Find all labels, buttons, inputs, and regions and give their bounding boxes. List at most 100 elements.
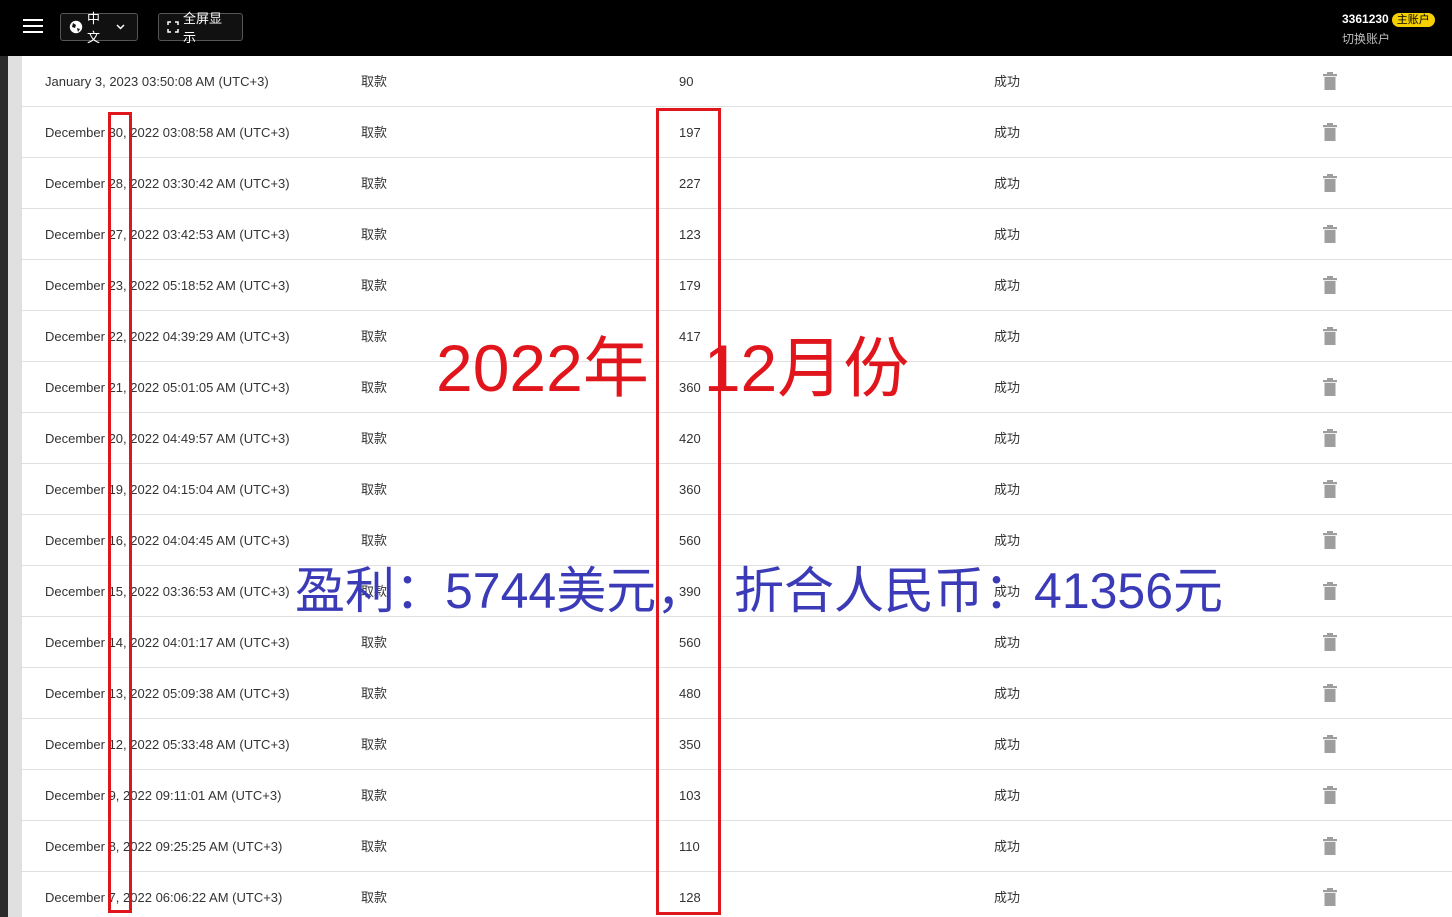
transaction-status: 成功	[994, 329, 1021, 344]
transaction-status: 成功	[994, 380, 1021, 395]
transaction-status: 成功	[994, 635, 1021, 650]
table-row: December 20, 2022 04:49:57 AM (UTC+3) 取款 4…	[22, 413, 1452, 464]
fullscreen-icon	[167, 21, 179, 33]
menu-icon[interactable]	[23, 19, 43, 35]
transaction-type: 取款	[361, 635, 388, 650]
transaction-status: 成功	[994, 533, 1021, 548]
transaction-type: 取款	[361, 74, 388, 89]
trash-icon[interactable]	[1323, 582, 1337, 602]
left-gutter	[8, 56, 22, 917]
transaction-date: December 9, 2022 09:11:01 AM (UTC+3)	[45, 788, 282, 803]
transaction-date: December 14, 2022 04:01:17 AM (UTC+3)	[45, 635, 290, 650]
month-annotation: 2022年 12月份	[436, 331, 910, 405]
fullscreen-label: 全屏显示	[183, 11, 223, 45]
trash-icon[interactable]	[1323, 786, 1337, 806]
transaction-date: December 21, 2022 05:01:05 AM (UTC+3)	[45, 380, 290, 395]
language-selector[interactable]: 中文	[60, 11, 138, 45]
trash-icon[interactable]	[1323, 225, 1337, 245]
table-row: December 23, 2022 05:18:52 AM (UTC+3) 取款 1…	[22, 260, 1452, 311]
account-badge: 主账户	[1391, 13, 1435, 27]
table-row: December 28, 2022 03:30:42 AM (UTC+3) 取款 2…	[22, 158, 1452, 209]
trash-icon[interactable]	[1323, 429, 1337, 449]
transaction-date: December 19, 2022 04:15:04 AM (UTC+3)	[45, 482, 290, 497]
trash-icon[interactable]	[1323, 837, 1337, 857]
transaction-date: December 12, 2022 05:33:48 AM (UTC+3)	[45, 737, 290, 752]
table-row: December 9, 2022 09:11:01 AM (UTC+3) 取款 10…	[22, 770, 1452, 821]
transaction-type: 取款	[361, 125, 388, 140]
transaction-status: 成功	[994, 890, 1021, 905]
highlight-day-column	[108, 112, 132, 913]
transaction-status: 成功	[994, 788, 1021, 803]
switch-account-link[interactable]: 切换账户	[1342, 30, 1442, 47]
account-id: 3361230	[1342, 12, 1389, 26]
transaction-type: 取款	[361, 278, 388, 293]
transaction-date: December 20, 2022 04:49:57 AM (UTC+3)	[45, 431, 290, 446]
table-row: December 12, 2022 05:33:48 AM (UTC+3) 取款 3…	[22, 719, 1452, 770]
transaction-type: 取款	[361, 737, 388, 752]
transaction-status: 成功	[994, 176, 1021, 191]
transaction-type: 取款	[361, 533, 388, 548]
transaction-type: 取款	[361, 227, 388, 242]
transaction-date: December 23, 2022 05:18:52 AM (UTC+3)	[45, 278, 290, 293]
table-row: December 13, 2022 05:09:38 AM (UTC+3) 取款 4…	[22, 668, 1452, 719]
fullscreen-button[interactable]: 全屏显示	[158, 11, 243, 45]
table-row: December 16, 2022 04:04:45 AM (UTC+3) 取款 5…	[22, 515, 1452, 566]
trash-icon[interactable]	[1323, 174, 1337, 194]
transaction-status: 成功	[994, 431, 1021, 446]
transaction-date: December 13, 2022 05:09:38 AM (UTC+3)	[45, 686, 290, 701]
account-info[interactable]: 3361230 主账户 切换账户	[1342, 10, 1442, 47]
transaction-date: December 28, 2022 03:30:42 AM (UTC+3)	[45, 176, 290, 191]
trash-icon[interactable]	[1323, 633, 1337, 653]
transaction-type: 取款	[361, 431, 388, 446]
transaction-date: December 7, 2022 06:06:22 AM (UTC+3)	[45, 890, 283, 905]
transaction-status: 成功	[994, 125, 1021, 140]
transaction-status: 成功	[994, 74, 1021, 89]
transaction-status: 成功	[994, 737, 1021, 752]
highlight-amount-column	[656, 108, 721, 915]
transaction-status: 成功	[994, 839, 1021, 854]
trash-icon[interactable]	[1323, 684, 1337, 704]
trash-icon[interactable]	[1323, 276, 1337, 296]
transaction-type: 取款	[361, 380, 388, 395]
transaction-type: 取款	[361, 482, 388, 497]
transaction-amount: 90	[679, 74, 694, 89]
transaction-date: December 22, 2022 04:39:29 AM (UTC+3)	[45, 329, 290, 344]
table-row: December 30, 2022 03:08:58 AM (UTC+3) 取款 1…	[22, 107, 1452, 158]
trash-icon[interactable]	[1323, 72, 1337, 92]
transactions-table: January 3, 2023 03:50:08 AM (UTC+3) 取款 90 成…	[22, 56, 1452, 917]
profit-annotation: 盈利：5744美元， 折合人民币：41356元	[295, 563, 1224, 619]
trash-icon[interactable]	[1323, 888, 1337, 908]
trash-icon[interactable]	[1323, 735, 1337, 755]
transaction-type: 取款	[361, 686, 388, 701]
transaction-date: December 8, 2022 09:25:25 AM (UTC+3)	[45, 839, 283, 854]
transaction-date: December 27, 2022 03:42:53 AM (UTC+3)	[45, 227, 290, 242]
transaction-type: 取款	[361, 839, 388, 854]
table-row: January 3, 2023 03:50:08 AM (UTC+3) 取款 90 成…	[22, 56, 1452, 107]
trash-icon[interactable]	[1323, 327, 1337, 347]
trash-icon[interactable]	[1323, 480, 1337, 500]
transaction-status: 成功	[994, 227, 1021, 242]
transaction-status: 成功	[994, 482, 1021, 497]
transaction-date: December 15, 2022 03:36:53 AM (UTC+3)	[45, 584, 290, 599]
transaction-type: 取款	[361, 176, 388, 191]
left-sidebar-edge	[0, 56, 8, 917]
table-row: December 8, 2022 09:25:25 AM (UTC+3) 取款 11…	[22, 821, 1452, 872]
chevron-down-icon	[116, 24, 125, 30]
table-row: December 14, 2022 04:01:17 AM (UTC+3) 取款 5…	[22, 617, 1452, 668]
language-label: 中文	[87, 11, 101, 45]
table-row: December 27, 2022 03:42:53 AM (UTC+3) 取款 1…	[22, 209, 1452, 260]
transaction-status: 成功	[994, 278, 1021, 293]
transaction-type: 取款	[361, 788, 388, 803]
transaction-date: January 3, 2023 03:50:08 AM (UTC+3)	[45, 74, 269, 89]
trash-icon[interactable]	[1323, 531, 1337, 551]
transaction-status: 成功	[994, 686, 1021, 701]
transaction-date: December 30, 2022 03:08:58 AM (UTC+3)	[45, 125, 290, 140]
top-bar: 中文 全屏显示 3361230 主账户 切换账户	[0, 0, 1452, 56]
transaction-date: December 16, 2022 04:04:45 AM (UTC+3)	[45, 533, 290, 548]
transaction-type: 取款	[361, 890, 388, 905]
table-row: December 19, 2022 04:15:04 AM (UTC+3) 取款 3…	[22, 464, 1452, 515]
globe-icon	[69, 20, 83, 34]
trash-icon[interactable]	[1323, 378, 1337, 398]
trash-icon[interactable]	[1323, 123, 1337, 143]
transaction-type: 取款	[361, 329, 388, 344]
